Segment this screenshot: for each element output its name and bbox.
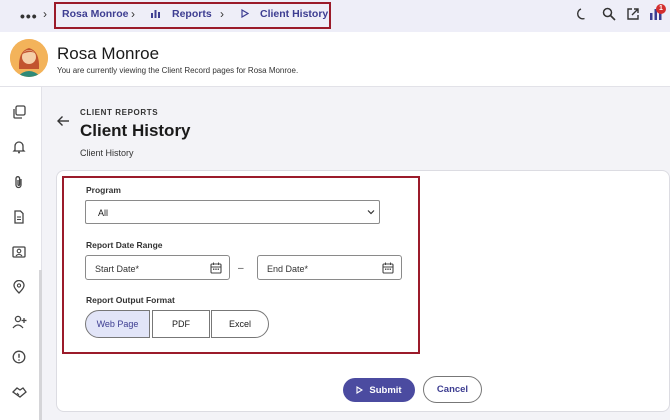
avatar	[10, 39, 48, 77]
chevron-right-icon: ›	[220, 7, 224, 21]
breadcrumb-client[interactable]: Rosa Monroe	[62, 8, 129, 20]
paperclip-icon[interactable]	[12, 175, 26, 189]
submit-button[interactable]: Submit	[343, 378, 415, 402]
program-label: Program	[86, 185, 121, 195]
chevron-right-icon: ›	[43, 7, 47, 21]
client-header: Rosa Monroe You are currently viewing th…	[0, 32, 670, 87]
cancel-button[interactable]: Cancel	[423, 376, 482, 403]
calendar-icon[interactable]	[382, 262, 394, 274]
calendar-icon[interactable]	[210, 262, 222, 274]
date-range-label: Report Date Range	[86, 240, 163, 250]
client-name: Rosa Monroe	[57, 44, 160, 63]
start-date-placeholder: Start Date*	[95, 264, 140, 274]
id-card-icon[interactable]	[12, 245, 26, 259]
output-format-label: Report Output Format	[86, 295, 175, 305]
avatar-icon	[10, 39, 48, 77]
handshake-icon[interactable]	[12, 385, 27, 399]
client-context-text: You are currently viewing the Client Rec…	[57, 66, 299, 75]
play-icon	[356, 386, 364, 394]
play-icon	[241, 9, 249, 18]
document-icon[interactable]	[12, 210, 26, 224]
alert-icon[interactable]	[12, 350, 26, 364]
end-date-input[interactable]: End Date*	[257, 255, 402, 280]
external-link-icon[interactable]	[626, 7, 640, 21]
add-user-icon[interactable]	[12, 315, 27, 329]
moon-icon[interactable]	[575, 7, 589, 21]
format-excel-button[interactable]: Excel	[211, 310, 269, 338]
start-date-input[interactable]: Start Date*	[85, 255, 230, 280]
chevron-down-icon	[367, 210, 375, 215]
location-pin-icon[interactable]	[12, 280, 26, 294]
top-bar: ••• › Rosa Monroe › Reports › Client His…	[0, 0, 670, 32]
search-icon[interactable]	[602, 7, 616, 21]
breadcrumb-reports[interactable]: Reports	[172, 8, 212, 20]
bar-chart-icon	[151, 10, 160, 18]
format-web-page-button[interactable]: Web Page	[85, 310, 150, 338]
submit-button-label: Submit	[369, 384, 402, 396]
sidebar	[0, 87, 42, 420]
back-arrow-icon[interactable]	[56, 114, 70, 128]
date-range-separator: –	[238, 263, 244, 274]
chevron-right-icon: ›	[131, 7, 135, 21]
page-subtitle: Client History	[80, 148, 134, 158]
end-date-placeholder: End Date*	[267, 264, 309, 274]
notification-badge: 1	[656, 4, 666, 14]
program-select[interactable]: All	[85, 200, 380, 224]
breadcrumb-client-history[interactable]: Client History	[260, 8, 328, 20]
copy-icon[interactable]	[12, 105, 26, 119]
page-eyebrow: CLIENT REPORTS	[80, 108, 159, 117]
page-title: Client History	[80, 121, 191, 140]
program-select-value: All	[98, 208, 109, 218]
format-pdf-button[interactable]: PDF	[152, 310, 210, 338]
more-menu-icon[interactable]: •••	[20, 8, 38, 24]
bell-icon[interactable]	[12, 140, 26, 154]
